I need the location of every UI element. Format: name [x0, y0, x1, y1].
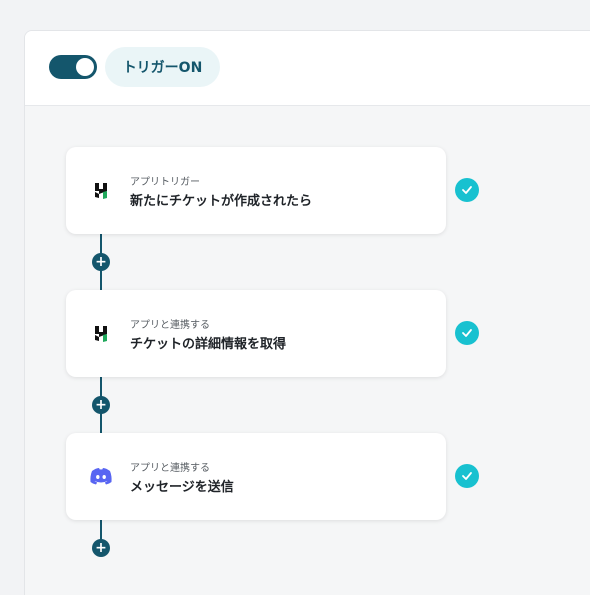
add-step-button[interactable]: +	[92, 539, 110, 557]
trigger-toggle[interactable]	[49, 55, 97, 79]
step-title: チケットの詳細情報を取得	[130, 337, 287, 352]
discord-icon	[88, 463, 114, 489]
check-icon	[455, 321, 479, 345]
step-type-label: アプリと連携する	[130, 320, 210, 331]
flow-step-card[interactable]: アプリと連携する チケットの詳細情報を取得	[66, 290, 446, 377]
panel-header: トリガーON	[25, 31, 590, 106]
ticket-app-icon	[88, 320, 114, 346]
check-icon	[455, 464, 479, 488]
flow-step-card[interactable]: アプリトリガー 新たにチケットが作成されたら	[66, 147, 446, 234]
step-title: 新たにチケットが作成されたら	[130, 194, 313, 209]
step-type-label: アプリトリガー	[130, 177, 200, 188]
trigger-status-label: トリガーON	[105, 47, 220, 87]
ticket-app-icon	[88, 177, 114, 203]
flow-step-card[interactable]: アプリと連携する メッセージを送信	[66, 433, 446, 520]
toggle-knob	[76, 58, 94, 76]
add-step-button[interactable]: +	[92, 253, 110, 271]
add-step-button[interactable]: +	[92, 396, 110, 414]
step-title: メッセージを送信	[130, 480, 234, 495]
workflow-panel: トリガーON + + + アプリトリガー 新たにチケットが作成されたら アプリと…	[24, 30, 590, 595]
step-type-label: アプリと連携する	[130, 463, 210, 474]
check-icon	[455, 178, 479, 202]
